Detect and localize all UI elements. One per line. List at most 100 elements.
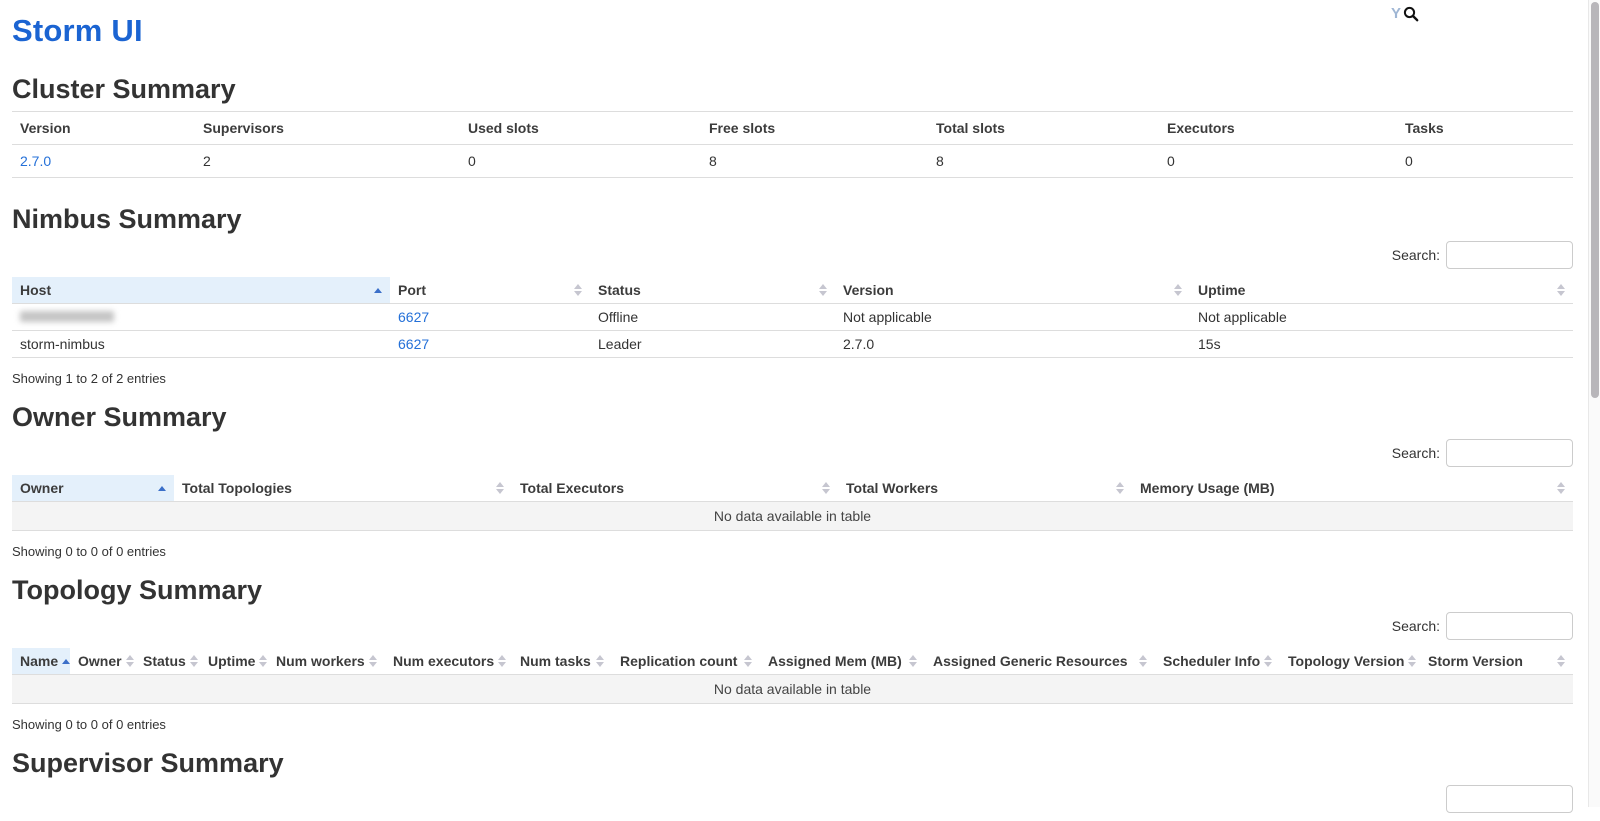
col-uptime-label: Uptime <box>1198 282 1245 298</box>
col-num-workers-label: Num workers <box>276 653 365 669</box>
supervisor-search-input[interactable] <box>1446 785 1573 813</box>
col-name-label: Name <box>20 653 58 669</box>
col-num-executors[interactable]: Num executors <box>385 648 512 675</box>
supervisor-search-row <box>12 785 1573 813</box>
storm-ui-page: Storm UI Cluster Summary Version Supervi… <box>12 0 1573 821</box>
version-value: Not applicable <box>835 304 1190 331</box>
executors-value: 0 <box>1159 145 1397 178</box>
page-title[interactable]: Storm UI <box>12 14 1573 48</box>
col-topo-owner[interactable]: Owner <box>70 648 135 675</box>
topology-summary-header-row: Name Owner Status <box>12 648 1573 675</box>
nimbus-summary-header-row: Host Port Status <box>12 277 1573 304</box>
sort-icon <box>1557 482 1565 494</box>
port-link[interactable]: 6627 <box>398 309 429 325</box>
col-host[interactable]: Host <box>12 277 390 304</box>
col-topo-uptime[interactable]: Uptime <box>200 648 268 675</box>
tasks-value: 0 <box>1397 145 1573 178</box>
cluster-summary-header-row: Version Supervisors Used slots Free slot… <box>12 112 1573 145</box>
col-total-slots: Total slots <box>928 112 1159 145</box>
port-link[interactable]: 6627 <box>398 336 429 352</box>
col-num-tasks[interactable]: Num tasks <box>512 648 612 675</box>
sort-icon <box>1174 284 1182 296</box>
col-topo-uptime-label: Uptime <box>208 653 255 669</box>
col-assigned-generic-resources-label: Assigned Generic Resources <box>933 653 1128 669</box>
nimbus-search-row: Search: <box>12 241 1573 269</box>
sort-asc-icon <box>374 288 382 293</box>
col-topo-status-label: Status <box>143 653 186 669</box>
col-uptime[interactable]: Uptime <box>1190 277 1573 304</box>
col-total-executors[interactable]: Total Executors <box>512 475 838 502</box>
nimbus-row: storm-nimbus 6627 Leader 2.7.0 15s <box>12 331 1573 358</box>
sort-icon <box>259 655 267 667</box>
col-port-label: Port <box>398 282 426 298</box>
sort-icon <box>1264 655 1272 667</box>
col-owner-label: Owner <box>20 480 64 496</box>
owner-summary-header-row: Owner Total Topologies Total Executors <box>12 475 1573 502</box>
col-status[interactable]: Status <box>590 277 835 304</box>
col-replication-count[interactable]: Replication count <box>612 648 760 675</box>
col-topology-version[interactable]: Topology Version <box>1280 648 1420 675</box>
owner-entries-info: Showing 0 to 0 of 0 entries <box>12 544 1573 559</box>
sort-icon <box>1557 284 1565 296</box>
col-nimbus-version-label: Version <box>843 282 894 298</box>
col-topo-owner-label: Owner <box>78 653 122 669</box>
search-icon[interactable] <box>1402 5 1420 23</box>
col-used-slots: Used slots <box>460 112 701 145</box>
owner-empty-row: No data available in table <box>12 502 1573 531</box>
col-supervisors: Supervisors <box>195 112 460 145</box>
col-storm-version-label: Storm Version <box>1428 653 1523 669</box>
col-num-executors-label: Num executors <box>393 653 494 669</box>
col-name[interactable]: Name <box>12 648 70 675</box>
nimbus-search-label: Search: <box>1392 247 1440 263</box>
col-total-executors-label: Total Executors <box>520 480 624 496</box>
col-port[interactable]: Port <box>390 277 590 304</box>
used-slots-value: 0 <box>460 145 701 178</box>
sort-icon <box>496 482 504 494</box>
col-assigned-generic-resources[interactable]: Assigned Generic Resources <box>925 648 1155 675</box>
cluster-summary-heading: Cluster Summary <box>12 74 1573 105</box>
version-link[interactable]: 2.7.0 <box>20 153 51 169</box>
nimbus-search-input[interactable] <box>1446 241 1573 269</box>
nimbus-summary-heading: Nimbus Summary <box>12 204 1573 235</box>
sort-icon <box>596 655 604 667</box>
col-total-workers[interactable]: Total Workers <box>838 475 1132 502</box>
y-glyph-icon: Y <box>1391 5 1401 23</box>
topology-summary-table: Name Owner Status <box>12 648 1573 704</box>
col-nimbus-version[interactable]: Version <box>835 277 1190 304</box>
uptime-value: Not applicable <box>1190 304 1573 331</box>
col-total-topologies[interactable]: Total Topologies <box>174 475 512 502</box>
col-num-workers[interactable]: Num workers <box>268 648 385 675</box>
col-free-slots: Free slots <box>701 112 928 145</box>
nimbus-row: 6627 Offline Not applicable Not applicab… <box>12 304 1573 331</box>
col-total-topologies-label: Total Topologies <box>182 480 292 496</box>
sort-icon <box>1408 655 1416 667</box>
col-total-workers-label: Total Workers <box>846 480 938 496</box>
sort-icon <box>909 655 917 667</box>
col-memory-usage-label: Memory Usage (MB) <box>1140 480 1275 496</box>
uptime-value: 15s <box>1190 331 1573 358</box>
owner-summary-table: Owner Total Topologies Total Executors <box>12 475 1573 531</box>
scrollbar[interactable] <box>1588 0 1600 807</box>
owner-search-row: Search: <box>12 439 1573 467</box>
sort-icon <box>126 655 134 667</box>
total-slots-value: 8 <box>928 145 1159 178</box>
col-topo-status[interactable]: Status <box>135 648 200 675</box>
col-storm-version[interactable]: Storm Version <box>1420 648 1573 675</box>
owner-empty-message: No data available in table <box>12 502 1573 531</box>
supervisors-value: 2 <box>195 145 460 178</box>
redacted-host-value <box>20 311 114 322</box>
topology-search-row: Search: <box>12 612 1573 640</box>
scrollbar-thumb[interactable] <box>1591 2 1599 398</box>
col-owner[interactable]: Owner <box>12 475 174 502</box>
col-status-label: Status <box>598 282 641 298</box>
topology-search-input[interactable] <box>1446 612 1573 640</box>
owner-search-input[interactable] <box>1446 439 1573 467</box>
sort-icon <box>744 655 752 667</box>
col-assigned-mem[interactable]: Assigned Mem (MB) <box>760 648 925 675</box>
version-value: 2.7.0 <box>835 331 1190 358</box>
col-memory-usage[interactable]: Memory Usage (MB) <box>1132 475 1573 502</box>
col-scheduler-info[interactable]: Scheduler Info <box>1155 648 1280 675</box>
host-value: storm-nimbus <box>12 331 390 358</box>
sort-asc-icon <box>158 486 166 491</box>
col-topology-version-label: Topology Version <box>1288 653 1404 669</box>
